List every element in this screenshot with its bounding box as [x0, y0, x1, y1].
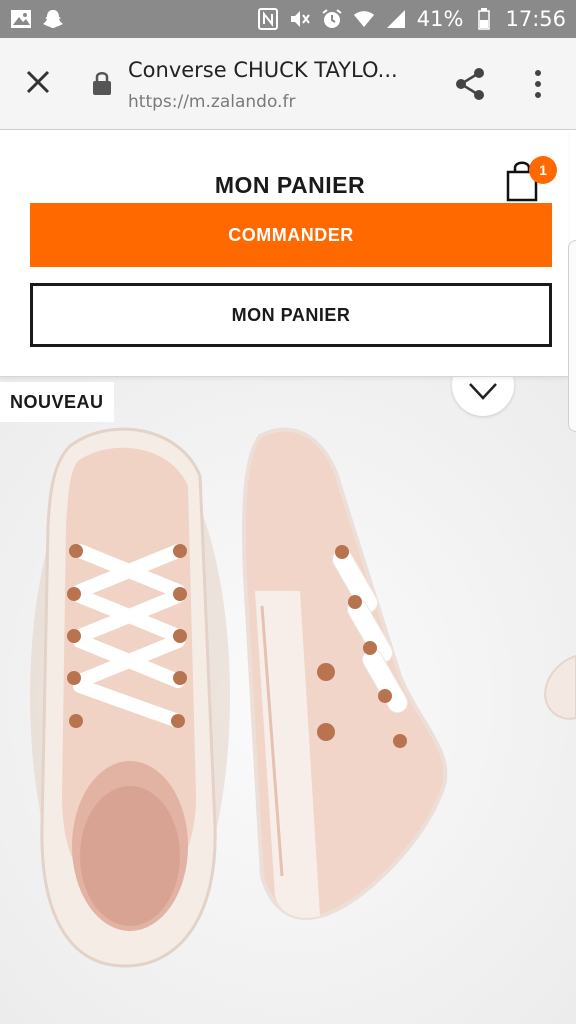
cart-panel: MON PANIER 1 COMMANDER MON PANIER [0, 130, 568, 377]
battery-icon [473, 8, 495, 30]
clock: 17:56 [505, 7, 566, 31]
product-image-area[interactable]: NOUVEAU [0, 376, 576, 1024]
heart-icon [468, 380, 498, 402]
close-icon[interactable] [22, 66, 54, 98]
browser-toolbar: Converse CHUCK TAYLO... https://m.zaland… [0, 38, 576, 130]
alarm-icon [321, 8, 343, 30]
new-badge: NOUVEAU [0, 382, 114, 422]
battery-level: 41% [416, 7, 464, 31]
wifi-icon [353, 8, 375, 30]
view-cart-button[interactable]: MON PANIER [30, 283, 552, 347]
order-button[interactable]: COMMANDER [30, 203, 552, 267]
edge-panel-handle[interactable] [568, 240, 576, 432]
cart-title: MON PANIER [214, 172, 366, 198]
signal-icon [385, 8, 407, 30]
share-icon[interactable] [452, 66, 488, 102]
mute-icon [289, 8, 311, 30]
page-title[interactable]: Converse CHUCK TAYLO... [128, 58, 428, 82]
product-image[interactable] [0, 376, 576, 1024]
lock-icon [90, 70, 114, 96]
snapchat-icon [42, 8, 64, 30]
overflow-menu-icon[interactable] [528, 66, 548, 102]
url-bar[interactable]: https://m.zalando.fr [128, 92, 295, 112]
status-bar: 41% 17:56 [0, 0, 576, 38]
nfc-icon [257, 8, 279, 30]
cart-count-badge: 1 [529, 156, 557, 184]
gallery-icon [10, 8, 32, 30]
